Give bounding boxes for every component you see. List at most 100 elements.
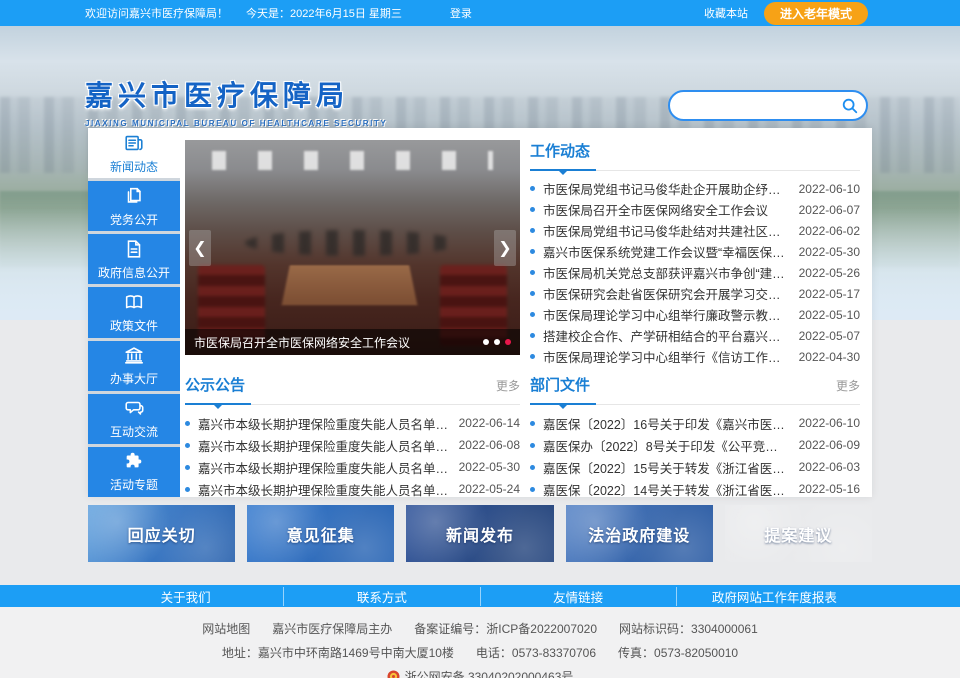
welcome-text: 欢迎访问嘉兴市医疗保障局！ (85, 5, 228, 21)
news-date: 2022-05-30 (459, 460, 520, 474)
news-date: 2022-06-10 (799, 182, 860, 196)
news-list-item[interactable]: 嘉医保〔2022〕14号关于转发《浙江省医疗保... 2022-05-16 (530, 478, 860, 500)
shortcut-banner[interactable]: 意见征集 (247, 505, 394, 562)
date-text: 今天是：2022年6月15日 星期三 (246, 5, 402, 21)
news-list-item[interactable]: 嘉兴市本级长期护理保险重度失能人员名单公示（2... 2022-05-30 (185, 456, 520, 478)
bullet-icon (530, 354, 535, 359)
site-logo: 嘉兴市医疗保障局 JIAXING MUNICIPAL BUREAU OF HEA… (85, 74, 387, 128)
news-list-item[interactable]: 市医保局理论学习中心组举行《信访工作条例》专题... 2022-04-30 (530, 346, 860, 367)
carousel-dot[interactable] (505, 339, 511, 345)
site-subtitle: JIAXING MUNICIPAL BUREAU OF HEALTHCARE S… (85, 119, 387, 128)
news-date: 2022-06-02 (799, 224, 860, 238)
carousel-dot[interactable] (483, 339, 489, 345)
page: 欢迎访问嘉兴市医疗保障局！ 今天是：2022年6月15日 星期三 登录 收藏本站… (0, 0, 960, 678)
dept-file-list: 嘉医保〔2022〕16号关于印发《嘉兴市医疗保... 2022-06-10 嘉医… (530, 412, 860, 500)
shortcut-banner[interactable]: 提案建议 (725, 505, 872, 562)
news-list-item[interactable]: 市医保局党组书记马俊华赴企开展助企纾困活动 2022-06-10 (530, 178, 860, 199)
bullet-icon (530, 291, 535, 296)
footer-nav-link[interactable]: 关于我们 (88, 587, 284, 606)
news-date: 2022-04-30 (799, 350, 860, 364)
search-input[interactable] (682, 98, 841, 114)
book-icon (123, 291, 145, 313)
sidebar-item-label: 活动专题 (110, 476, 158, 493)
more-link[interactable]: 更多 (836, 377, 860, 394)
security-record-text[interactable]: 浙公网安备 33040202000463号 (405, 670, 574, 678)
document-icon (123, 238, 145, 260)
bullet-icon (185, 487, 190, 492)
search-icon[interactable] (841, 97, 859, 115)
news-list-item[interactable]: 嘉兴市本级长期护理保险重度失能人员名单公示（2... 2022-06-14 (185, 412, 520, 434)
news-list-item[interactable]: 嘉医保〔2022〕15号关于转发《浙江省医疗保... 2022-06-03 (530, 456, 860, 478)
bullet-icon (530, 421, 535, 426)
news-date: 2022-06-03 (799, 460, 860, 474)
section-title: 工作动态 (530, 140, 590, 161)
main-content-card: 新闻动态 党务公开 政府信息公开 政策文件 (88, 128, 872, 497)
favorite-link[interactable]: 收藏本站 (704, 5, 748, 21)
footer-text: 网站地图 (202, 622, 250, 636)
elder-mode-button[interactable]: 进入老年模式 (764, 2, 868, 25)
shortcut-banner[interactable]: 法治政府建设 (566, 505, 713, 562)
search-box (668, 90, 868, 121)
sidebar-item-label: 新闻动态 (110, 158, 158, 175)
carousel-caption[interactable]: 市医保局召开全市医保网络安全工作会议 (194, 334, 475, 351)
news-list-item[interactable]: 市医保局理论学习中心组举行廉政警示教育专题学习... 2022-05-10 (530, 304, 860, 325)
footer-text: 传真：0573-82050010 (618, 646, 738, 660)
footer-text: 网站标识码：3304000061 (619, 622, 758, 636)
sidebar-item[interactable]: 互动交流 (88, 394, 180, 444)
sidebar: 新闻动态 党务公开 政府信息公开 政策文件 (88, 128, 180, 497)
footer-nav-link[interactable]: 友情链接 (481, 587, 677, 606)
footer-text: 备案证编号：浙ICP备2022007020 (414, 622, 597, 636)
footer-nav-link[interactable]: 政府网站工作年度报表 (677, 587, 872, 606)
bullet-icon (530, 487, 535, 492)
news-list-item[interactable]: 嘉医保〔2022〕16号关于印发《嘉兴市医疗保... 2022-06-10 (530, 412, 860, 434)
news-list-item[interactable]: 嘉兴市本级长期护理保险重度失能人员名单公示（2... 2022-05-24 (185, 478, 520, 500)
news-date: 2022-05-16 (799, 482, 860, 496)
news-date: 2022-05-10 (799, 308, 860, 322)
news-date: 2022-05-17 (799, 287, 860, 301)
news-list-item[interactable]: 嘉兴市医保系统党建工作会议暨“幸福医保”党建联... 2022-05-30 (530, 241, 860, 262)
sidebar-item-label: 党务公开 (110, 211, 158, 228)
news-date: 2022-05-30 (799, 245, 860, 259)
sidebar-item[interactable]: 党务公开 (88, 181, 180, 231)
bullet-icon (530, 443, 535, 448)
section-work-news: 工作动态 市医保局党组书记马俊华赴企开展助企纾困活动 2022-06-10 市医… (530, 140, 860, 367)
sidebar-item[interactable]: 新闻动态 (88, 128, 180, 178)
footer-text: 地址：嘉兴市中环南路1469号中南大厦10楼 (222, 646, 454, 660)
sidebar-item[interactable]: 活动专题 (88, 447, 180, 497)
news-date: 2022-06-14 (459, 416, 520, 430)
news-date: 2022-05-07 (799, 329, 860, 343)
news-list-item[interactable]: 市医保局党组书记马俊华赴结对共建社区指导全国文... 2022-06-02 (530, 220, 860, 241)
carousel-dot[interactable] (494, 339, 500, 345)
shortcut-banner[interactable]: 回应关切 (88, 505, 235, 562)
news-list-item[interactable]: 市医保局召开全市医保网络安全工作会议 2022-06-07 (530, 199, 860, 220)
news-list-item[interactable]: 嘉医保办〔2022〕8号关于印发《公平竞争审查... 2022-06-09 (530, 434, 860, 456)
footer-info: 网站地图嘉兴市医疗保障局主办备案证编号：浙ICP备2022007020网站标识码… (0, 607, 960, 678)
news-carousel[interactable]: ❮ ❯ 市医保局召开全市医保网络安全工作会议 (185, 140, 520, 355)
bullet-icon (185, 465, 190, 470)
bullet-icon (185, 443, 190, 448)
footer-nav-link[interactable]: 联系方式 (284, 587, 480, 606)
bullet-icon (530, 312, 535, 317)
news-list-item[interactable]: 市医保研究会赴省医保研究会开展学习交流活动 2022-05-17 (530, 283, 860, 304)
sidebar-item[interactable]: 办事大厅 (88, 341, 180, 391)
sidebar-item[interactable]: 政策文件 (88, 287, 180, 337)
carousel-prev-icon[interactable]: ❮ (189, 230, 211, 266)
bullet-icon (530, 249, 535, 254)
news-list-item[interactable]: 嘉兴市本级长期护理保险重度失能人员名单公示（2... 2022-06-08 (185, 434, 520, 456)
sidebar-item[interactable]: 政府信息公开 (88, 234, 180, 284)
puzzle-icon (123, 450, 145, 472)
news-list-item[interactable]: 搭建校企合作、产学研相结合的平台嘉兴市长期护理... 2022-05-07 (530, 325, 860, 346)
carousel-dots (483, 339, 511, 345)
news-list-item[interactable]: 市医保局机关党总支部获评嘉兴市争创“建设清廉机... 2022-05-26 (530, 262, 860, 283)
sidebar-item-label: 政府信息公开 (98, 264, 170, 281)
notice-list: 嘉兴市本级长期护理保险重度失能人员名单公示（2... 2022-06-14 嘉兴… (185, 412, 520, 500)
news-date: 2022-06-09 (799, 438, 860, 452)
sidebar-item-label: 政策文件 (110, 317, 158, 334)
bullet-icon (530, 270, 535, 275)
shortcut-banner[interactable]: 新闻发布 (406, 505, 553, 562)
carousel-next-icon[interactable]: ❯ (494, 230, 516, 266)
login-link[interactable]: 登录 (450, 5, 472, 21)
bullet-icon (530, 228, 535, 233)
more-link[interactable]: 更多 (496, 377, 520, 394)
footer-text: 电话：0573-83370706 (476, 646, 596, 660)
